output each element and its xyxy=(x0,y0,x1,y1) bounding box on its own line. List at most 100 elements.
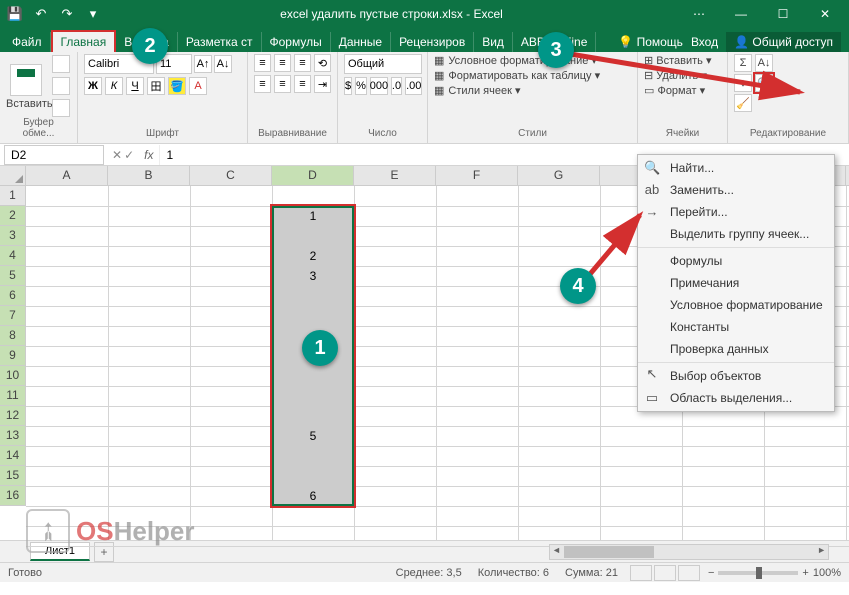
cell-value[interactable]: 1 xyxy=(272,206,354,226)
indent-button[interactable]: ⇥ xyxy=(314,75,331,93)
bold-button[interactable]: Ж xyxy=(84,77,102,95)
row-header[interactable]: 12 xyxy=(0,406,26,426)
tab-view[interactable]: Вид xyxy=(474,32,513,52)
fill-color-button[interactable]: 🪣 xyxy=(168,77,186,95)
col-header[interactable]: F xyxy=(436,166,518,185)
col-header[interactable]: A xyxy=(26,166,108,185)
menu-item[interactable]: →Перейти... xyxy=(638,201,834,223)
comma-button[interactable]: 000 xyxy=(370,77,388,95)
menu-item[interactable]: Константы xyxy=(638,316,834,338)
zoom-slider[interactable] xyxy=(718,571,798,575)
menu-item-label: Перейти... xyxy=(670,205,728,219)
undo-button[interactable]: ↶ xyxy=(30,3,52,25)
page-break-view-button[interactable] xyxy=(678,565,700,581)
minimize-button[interactable]: — xyxy=(721,2,761,26)
col-header[interactable]: E xyxy=(354,166,436,185)
row-header[interactable]: 2 xyxy=(0,206,26,226)
close-button[interactable]: ✕ xyxy=(805,2,845,26)
cancel-formula-button[interactable]: ✕ xyxy=(112,148,122,162)
row-header[interactable]: 10 xyxy=(0,366,26,386)
row-header[interactable]: 4 xyxy=(0,246,26,266)
decrease-decimal-button[interactable]: .00 xyxy=(405,77,422,95)
menu-item[interactable]: ↖Выбор объектов xyxy=(638,362,834,387)
zoom-level[interactable]: 100% xyxy=(813,567,841,579)
tab-layout[interactable]: Разметка ст xyxy=(178,32,262,52)
fx-icon[interactable]: fx xyxy=(138,148,159,162)
row-header[interactable]: 8 xyxy=(0,326,26,346)
paste-button[interactable]: Вставить xyxy=(6,62,46,110)
row-header[interactable]: 5 xyxy=(0,266,26,286)
save-button[interactable]: 💾 xyxy=(4,3,26,25)
align-right-button[interactable]: ≡ xyxy=(294,75,311,93)
tab-file[interactable]: Файл xyxy=(4,32,51,52)
align-center-button[interactable]: ≡ xyxy=(274,75,291,93)
menu-item[interactable]: 🔍Найти... xyxy=(638,157,834,179)
align-left-button[interactable]: ≡ xyxy=(254,75,271,93)
tab-formulas[interactable]: Формулы xyxy=(262,32,331,52)
increase-font-button[interactable]: A↑ xyxy=(194,55,212,73)
cell-value[interactable]: 3 xyxy=(272,266,354,286)
borders-button[interactable]: 田 xyxy=(147,77,165,95)
row-header[interactable]: 13 xyxy=(0,426,26,446)
italic-button[interactable]: К xyxy=(105,77,123,95)
cell-value[interactable]: 5 xyxy=(272,426,354,446)
qat-dropdown[interactable]: ▾ xyxy=(82,3,104,25)
underline-button[interactable]: Ч xyxy=(126,77,144,95)
row-header[interactable]: 3 xyxy=(0,226,26,246)
tab-review[interactable]: Рецензиров xyxy=(391,32,474,52)
percent-button[interactable]: % xyxy=(355,77,367,95)
cut-button[interactable] xyxy=(52,55,70,73)
row-header[interactable]: 15 xyxy=(0,466,26,486)
number-format-select[interactable]: Общий xyxy=(344,54,422,74)
col-header[interactable]: B xyxy=(108,166,190,185)
select-all-button[interactable] xyxy=(0,166,26,186)
menu-item[interactable]: Выделить группу ячеек... xyxy=(638,223,834,245)
menu-item[interactable]: Формулы xyxy=(638,247,834,272)
copy-button[interactable] xyxy=(52,77,70,95)
menu-item-label: Примечания xyxy=(670,276,739,290)
row-header[interactable]: 7 xyxy=(0,306,26,326)
redo-button[interactable]: ↷ xyxy=(56,3,78,25)
row-header[interactable]: 16 xyxy=(0,486,26,506)
horizontal-scrollbar[interactable] xyxy=(549,544,829,560)
tab-data[interactable]: Данные xyxy=(331,32,391,52)
row-header[interactable]: 11 xyxy=(0,386,26,406)
row-header[interactable]: 9 xyxy=(0,346,26,366)
enter-formula-button[interactable]: ✓ xyxy=(124,148,134,162)
group-label-editing: Редактирование xyxy=(734,128,842,141)
decrease-font-button[interactable]: A↓ xyxy=(214,55,232,73)
name-box[interactable] xyxy=(4,145,104,165)
row-headers[interactable]: 12345678910111213141516 xyxy=(0,186,26,506)
currency-button[interactable]: $ xyxy=(344,77,352,95)
menu-item[interactable]: Условное форматирование xyxy=(638,294,834,316)
format-painter-button[interactable] xyxy=(52,99,70,117)
menu-item[interactable]: abЗаменить... xyxy=(638,179,834,201)
font-color-button[interactable]: A xyxy=(189,77,207,95)
col-header[interactable]: C xyxy=(190,166,272,185)
menu-item[interactable]: Проверка данных xyxy=(638,338,834,360)
normal-view-button[interactable] xyxy=(630,565,652,581)
orientation-button[interactable]: ⟲ xyxy=(314,54,331,72)
row-header[interactable]: 6 xyxy=(0,286,26,306)
maximize-button[interactable]: ☐ xyxy=(763,2,803,26)
col-header[interactable]: D xyxy=(272,166,354,185)
increase-decimal-button[interactable]: .0 xyxy=(391,77,402,95)
annotation-badge-1: 1 xyxy=(302,330,338,366)
menu-item[interactable]: Примечания xyxy=(638,272,834,294)
menu-item[interactable]: ▭Область выделения... xyxy=(638,387,834,409)
zoom-out-button[interactable]: − xyxy=(708,567,714,579)
page-layout-view-button[interactable] xyxy=(654,565,676,581)
watermark: ➶ OSHelper xyxy=(26,509,195,553)
zoom-in-button[interactable]: + xyxy=(802,567,808,579)
ribbon-options-button[interactable]: ⋯ xyxy=(679,2,719,26)
col-header[interactable]: G xyxy=(518,166,600,185)
cell-value[interactable]: 6 xyxy=(272,486,354,506)
cursor-icon: ➶ xyxy=(29,512,66,549)
row-header[interactable]: 14 xyxy=(0,446,26,466)
tab-home[interactable]: Главная xyxy=(51,30,117,52)
row-header[interactable]: 1 xyxy=(0,186,26,206)
align-middle-button[interactable]: ≡ xyxy=(274,54,291,72)
align-bottom-button[interactable]: ≡ xyxy=(294,54,311,72)
cell-value[interactable]: 2 xyxy=(272,246,354,266)
align-top-button[interactable]: ≡ xyxy=(254,54,271,72)
